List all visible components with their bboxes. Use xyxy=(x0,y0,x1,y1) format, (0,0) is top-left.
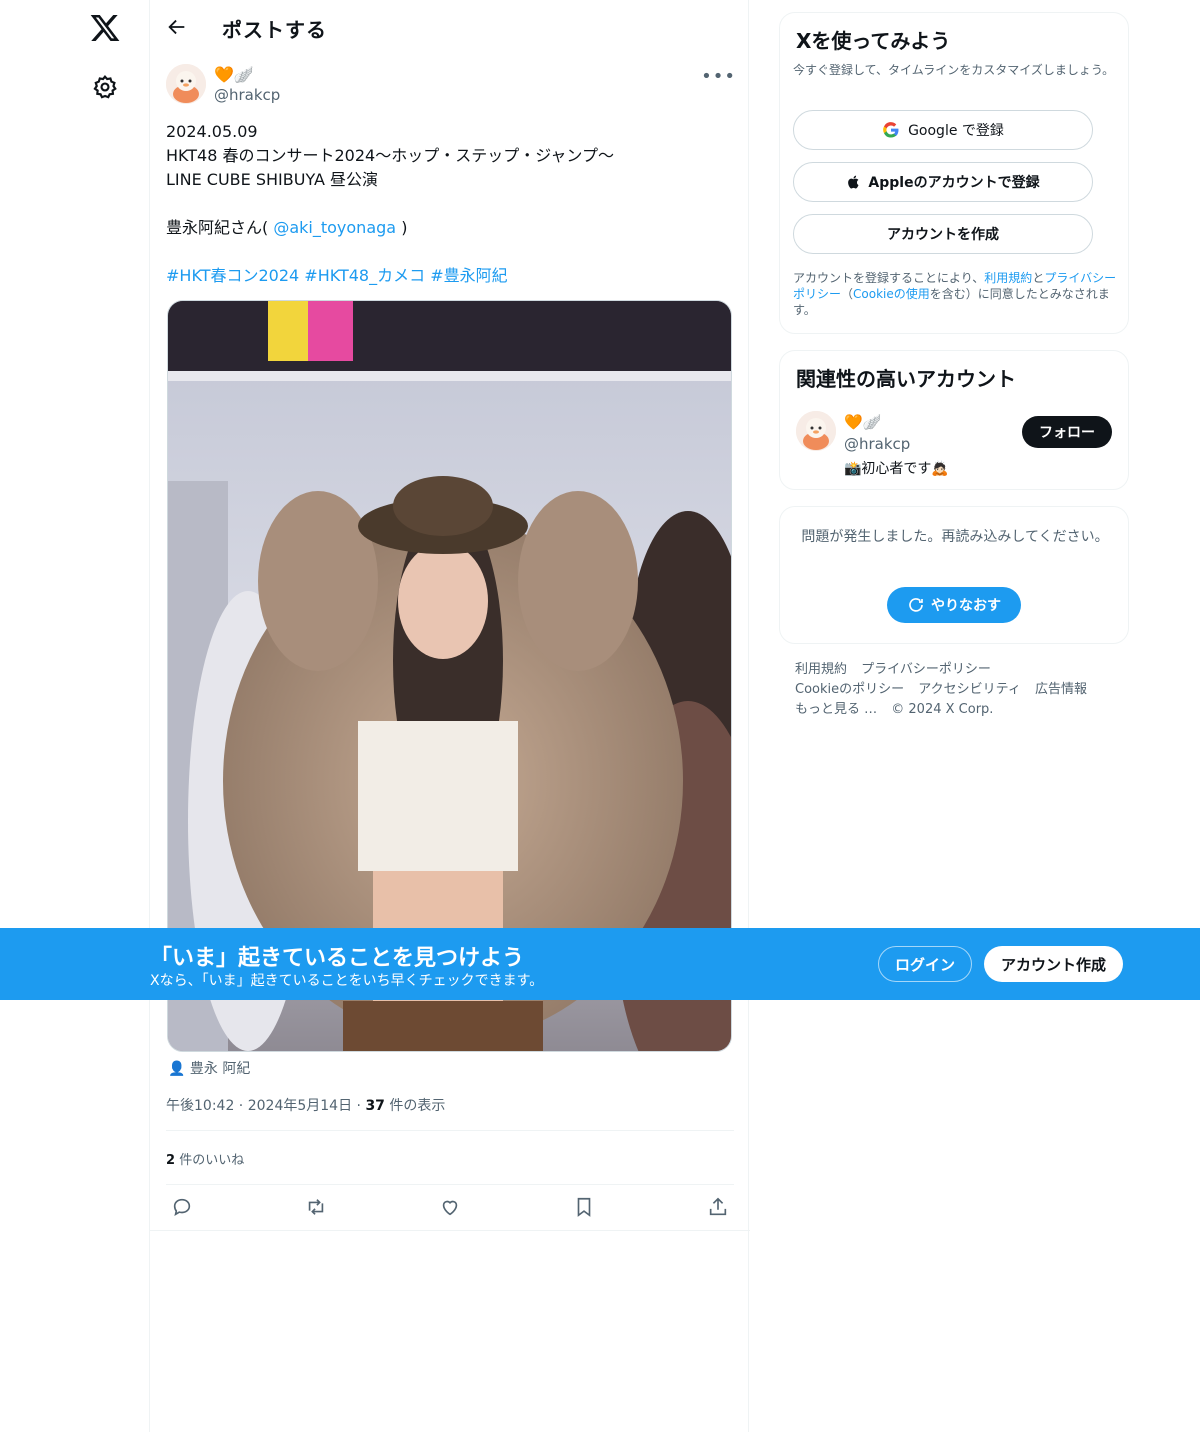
footer-link[interactable]: 利用規約 xyxy=(795,662,847,677)
post-author: 🧡🪽 @hrakcp ••• xyxy=(166,64,736,108)
avatar[interactable] xyxy=(166,64,206,104)
related-handle[interactable]: @hrakcp xyxy=(844,435,910,453)
footer-more[interactable]: もっと見る … xyxy=(795,702,877,717)
person-icon: 👤 xyxy=(168,1061,186,1077)
hashtag-link[interactable]: #HKT春コン2024 xyxy=(166,266,299,285)
reply-icon[interactable] xyxy=(171,1196,193,1218)
post-line: LINE CUBE SHIBUYA 昼公演 xyxy=(166,170,379,189)
login-banner: 「いま」起きていることを見つけよう Xなら、「いま」起きていることをいち早くチェ… xyxy=(0,928,1200,1000)
bookmark-icon[interactable] xyxy=(573,1196,595,1218)
signup-legal-text: アカウントを登録することにより、利用規約とプライバシーポリシー（Cookieの使… xyxy=(793,271,1117,317)
post-meta: 午後10:42 · 2024年5月14日 · 37 件の表示 xyxy=(166,1098,446,1114)
banner-subline: Xなら、「いま」起きていることをいち早くチェックできます。 xyxy=(150,973,544,989)
mention-suffix: ) xyxy=(401,218,408,237)
post-line: HKT48 春のコンサート2024〜ホップ・ステップ・ジャンプ〜 xyxy=(166,146,614,165)
page-title: ポストする xyxy=(222,18,327,42)
share-icon[interactable] xyxy=(707,1196,729,1218)
main-column: ポストする 🧡🪽 @hrakcp ••• 2024.05.09 HKT48 春の… xyxy=(149,0,750,1432)
retry-label: やりなおす xyxy=(931,598,1001,614)
copyright: © 2024 X Corp. xyxy=(891,702,994,717)
views-count: 37 xyxy=(365,1098,385,1114)
google-signup-button[interactable]: Google で登録 xyxy=(793,110,1093,150)
signup-card: Xを使ってみよう 今すぐ登録して、タイムラインをカスタマイズしましょう。 Goo… xyxy=(779,12,1129,334)
post-line: 2024.05.09 xyxy=(166,122,258,141)
mention-line: 豊永阿紀さん( @aki_toyonaga ) xyxy=(166,216,736,240)
google-icon xyxy=(883,122,899,138)
hashtag-link[interactable]: #豊永阿紀 xyxy=(430,266,507,285)
terms-link[interactable]: 利用規約 xyxy=(984,271,1032,285)
related-name[interactable]: 🧡🪽 xyxy=(844,413,881,431)
tagged-person[interactable]: 👤 豊永 阿紀 xyxy=(168,1058,250,1078)
author-name[interactable]: 🧡🪽 xyxy=(214,65,254,84)
author-handle[interactable]: @hrakcp xyxy=(214,86,280,104)
refresh-icon xyxy=(909,598,923,612)
x-logo-icon[interactable] xyxy=(89,12,121,44)
apple-icon xyxy=(848,175,859,189)
error-card: 問題が発生しました。再読み込みしてください。 やりなおす xyxy=(779,506,1129,644)
signup-button[interactable]: アカウント作成 xyxy=(984,946,1123,982)
likes-label: 件のいいね xyxy=(179,1153,245,1168)
footer-links: 利用規約 プライバシーポリシー Cookieのポリシー アクセシビリティ 広告情… xyxy=(795,660,1125,720)
footer-link[interactable]: Cookieのポリシー xyxy=(795,682,904,697)
top-bar: ポストする xyxy=(150,0,750,54)
related-accounts-card: 関連性の高いアカウント 🧡🪽 @hrakcp 📸初心者です🙇🏻 フォロー xyxy=(779,350,1129,490)
footer-link[interactable]: プライバシーポリシー xyxy=(861,662,991,677)
divider xyxy=(166,1184,734,1185)
repost-icon[interactable] xyxy=(305,1196,327,1218)
apple-signup-button[interactable]: Appleのアカウントで登録 xyxy=(793,162,1093,202)
google-signup-label: Google で登録 xyxy=(908,123,1004,139)
divider xyxy=(166,1130,734,1131)
post-actions xyxy=(150,1192,750,1222)
error-message: 問題が発生しました。再読み込みしてください。 xyxy=(801,529,1109,545)
create-account-button[interactable]: アカウントを作成 xyxy=(793,214,1093,254)
like-icon[interactable] xyxy=(439,1196,461,1218)
hashtag-link[interactable]: #HKT48_カメコ xyxy=(304,266,425,285)
login-button[interactable]: ログイン xyxy=(878,946,972,982)
retry-button[interactable]: やりなおす xyxy=(887,587,1021,623)
post-date[interactable]: 2024年5月14日 xyxy=(248,1098,352,1114)
mention-link[interactable]: @aki_toyonaga xyxy=(273,218,396,237)
post-time[interactable]: 午後10:42 xyxy=(166,1098,234,1114)
mention-prefix: 豊永阿紀さん( xyxy=(166,218,269,237)
signup-subtitle: 今すぐ登録して、タイムラインをカスタマイズしましょう。 xyxy=(793,63,1115,77)
avatar[interactable] xyxy=(796,411,836,451)
banner-headline: 「いま」起きていることを見つけよう xyxy=(150,946,525,971)
apple-signup-label: Appleのアカウントで登録 xyxy=(868,175,1040,191)
likes-count: 2 xyxy=(166,1153,176,1168)
back-arrow-icon[interactable] xyxy=(166,16,188,38)
likes-stat[interactable]: 2 件のいいね xyxy=(166,1149,244,1168)
more-options-icon[interactable]: ••• xyxy=(701,66,736,87)
cookie-link[interactable]: Cookieの使用 xyxy=(853,287,930,301)
footer-link[interactable]: アクセシビリティ xyxy=(918,682,1021,697)
signup-title: Xを使ってみよう xyxy=(796,29,951,53)
gear-icon[interactable] xyxy=(92,74,118,100)
post-text: 2024.05.09 HKT48 春のコンサート2024〜ホップ・ステップ・ジャ… xyxy=(166,120,736,288)
views-label: 件の表示 xyxy=(389,1098,446,1114)
related-title: 関連性の高いアカウント xyxy=(796,367,1016,391)
left-nav xyxy=(0,0,150,1432)
follow-button[interactable]: フォロー xyxy=(1022,416,1112,448)
related-bio: 📸初心者です🙇🏻 xyxy=(844,461,949,477)
hashtag-line: #HKT春コン2024 #HKT48_カメコ #豊永阿紀 xyxy=(166,264,736,288)
divider xyxy=(150,1230,750,1231)
footer-link[interactable]: 広告情報 xyxy=(1035,682,1087,697)
